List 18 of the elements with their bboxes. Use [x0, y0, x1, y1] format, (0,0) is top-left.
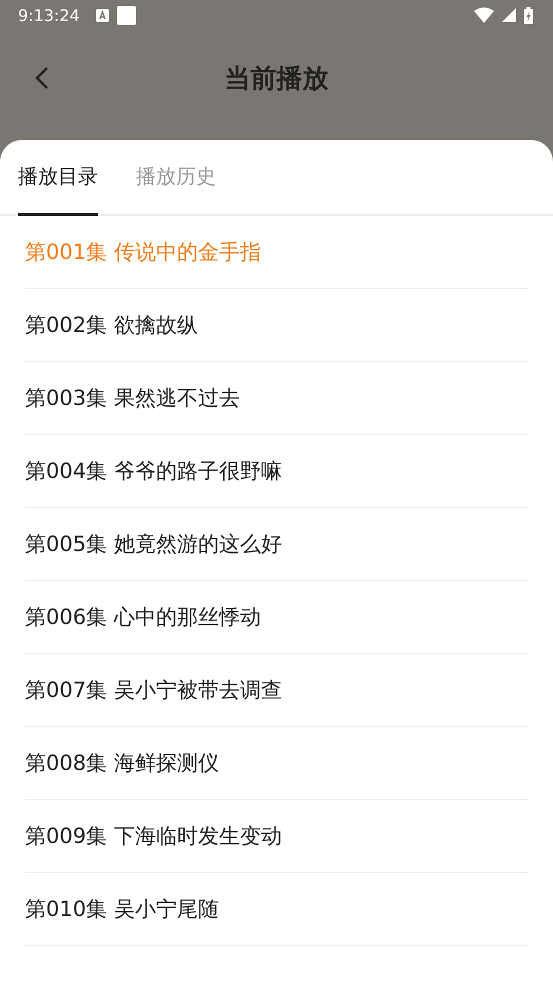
episode-item[interactable]: 第009集 下海临时发生变动	[25, 822, 282, 850]
episode-item[interactable]: 第010集 吴小宁尾随	[25, 895, 219, 923]
battery-icon	[524, 6, 533, 24]
episode-item[interactable]: 第002集 欲擒故纵	[25, 311, 198, 339]
page-title: 当前播放	[224, 62, 328, 96]
back-icon[interactable]	[35, 66, 49, 90]
signal-icon	[502, 8, 516, 22]
square-notification-icon	[116, 6, 136, 24]
episode-item[interactable]: 第007集 吴小宁被带去调查	[25, 676, 282, 704]
tab[interactable]: 播放目录	[18, 140, 98, 216]
episode-item[interactable]: 第003集 果然逃不过去	[25, 384, 240, 412]
keyboard-notification-icon	[96, 8, 109, 22]
episode-item[interactable]: 第008集 海鲜探测仪	[25, 749, 219, 777]
episode-item[interactable]: 第004集 爷爷的路子很野嘛	[25, 457, 282, 485]
status-time: 9:13:24	[18, 6, 80, 24]
episode-item[interactable]: 第006集 心中的那丝悸动	[25, 603, 261, 631]
episode-item[interactable]: 第005集 她竟然游的这么好	[25, 530, 282, 558]
wifi-icon	[474, 7, 494, 23]
